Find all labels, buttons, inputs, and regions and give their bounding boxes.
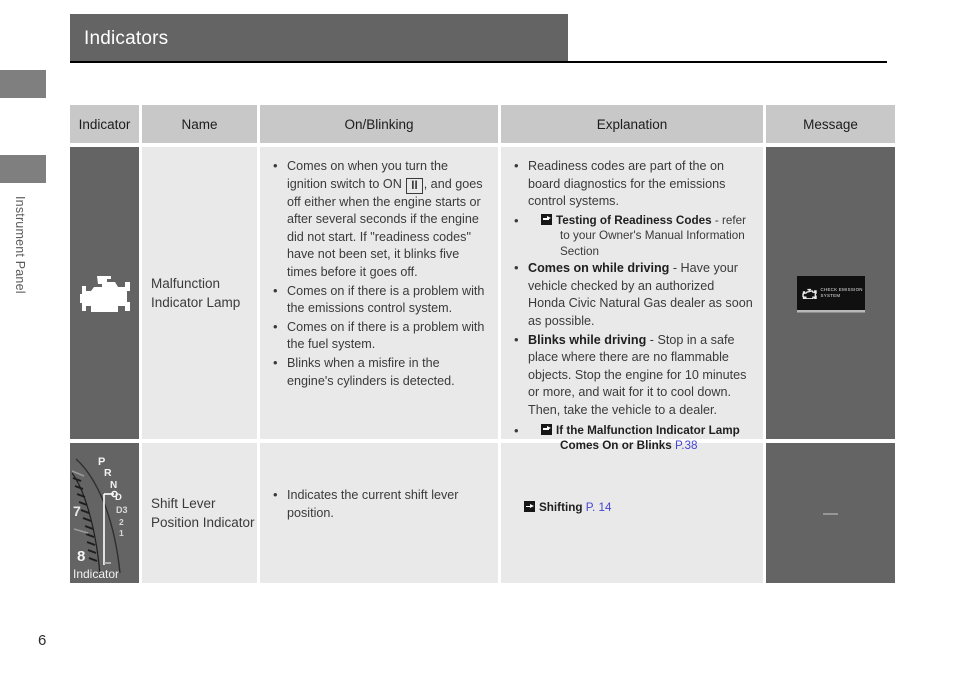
svg-text:Indicator: Indicator [73,567,119,581]
ignition-position-box: II [406,177,423,194]
on-blinking-bullet-list: Comes on when you turn the ignition swit… [270,157,488,390]
on-blinking-cell: Indicates the current shift lever positi… [260,443,498,583]
message-line-2: SYSTEM [820,293,841,298]
page-title: Indicators [84,28,169,49]
explanation-list: Readiness codes are part of the on board… [511,157,753,454]
column-header-message: Message [766,105,895,143]
column-header-indicator: Indicator [70,105,139,143]
indicator-cell [70,147,139,439]
list-item: Readiness codes are part of the on board… [511,157,753,211]
list-item: Indicates the current shift lever positi… [270,486,488,522]
column-header-on-blinking: On/Blinking [260,105,498,143]
message-text: CHECK EMISSION SYSTEM [821,287,863,299]
malfunction-indicator-lamp-icon [79,276,130,312]
column-header-name: Name [142,105,257,143]
shift-lever-position-gauge: P R N D D3 2 1 7 8 Indicator [70,443,139,583]
svg-text:R: R [104,467,112,479]
name-cell: Shift Lever Position Indicator [142,443,257,583]
message-cell: — [766,443,895,583]
name-text: Malfunction Indicator Lamp [151,276,241,310]
list-item: Comes on while driving - Have your vehic… [511,259,753,330]
message-empty-dash: — [823,504,838,522]
svg-text:8: 8 [77,548,85,565]
reference-arrow-icon [541,423,552,435]
table-header-row: Indicator Name On/Blinking Explanation M… [70,105,895,143]
reference-arrow-icon [524,501,535,512]
svg-text:7: 7 [73,503,81,519]
bullet-text-post: , and goes off either when the engine st… [287,176,483,279]
on-blinking-bullet-list: Indicates the current shift lever positi… [270,486,488,522]
engine-icon [801,288,817,299]
column-header-explanation: Explanation [501,105,763,143]
list-item: Blinks while driving - Stop in a safe pl… [511,331,753,420]
header-divider [70,61,887,63]
explanation-bold-lead: Blinks while driving [528,332,647,347]
indicators-table: Indicator Name On/Blinking Explanation M… [70,105,895,583]
on-blinking-cell: Comes on when you turn the ignition swit… [260,147,498,439]
explanation-cell: Readiness codes are part of the on board… [501,147,763,452]
table-row: Malfunction Indicator Lamp Comes on when… [70,147,895,452]
svg-text:1: 1 [119,528,124,538]
message-cell: CHECK EMISSION SYSTEM [766,147,895,439]
page-reference-link[interactable]: P. 14 [586,501,612,514]
indicator-cell: P R N D D3 2 1 7 8 Indicator [70,443,139,583]
reference-item: Testing of Readiness Codes - refer to yo… [511,212,753,260]
sidebar-section-label: Instrument Panel [13,196,27,294]
sidebar-tab-upper[interactable] [0,70,46,98]
svg-text:2: 2 [119,517,124,527]
list-item: Blinks when a misfire in the engine's cy… [270,354,488,390]
svg-text:N: N [110,480,117,491]
list-item: Comes on if there is a problem with the … [270,318,488,354]
page-number: 6 [38,632,47,649]
gauge-illustration: P R N D D3 2 1 7 8 Indicator [70,443,139,583]
table-row: P R N D D3 2 1 7 8 Indicator Shift Lever… [70,443,895,583]
explanation-cell: Shifting P. 14 [501,443,763,583]
reference-arrow-icon [541,213,552,225]
message-display-graphic: CHECK EMISSION SYSTEM [796,276,865,310]
list-item: Comes on when you turn the ignition swit… [270,157,488,282]
reference-item[interactable]: If the Malfunction Indicator Lamp Comes … [511,422,753,454]
svg-text:D: D [115,492,122,503]
explanation-bold-lead: Comes on while driving [528,261,670,276]
list-item: Comes on if there is a problem with the … [270,282,488,318]
reference-title: Shifting [539,501,583,514]
reference-item[interactable]: Shifting P. 14 [511,500,753,516]
svg-text:D3: D3 [116,505,128,515]
sidebar-tab-instrument-panel[interactable] [0,155,46,183]
page-reference-link[interactable]: P.38 [675,439,698,452]
name-text: Shift Lever Position Indicator [151,496,255,530]
reference-title: If the Malfunction Indicator Lamp Comes … [556,423,740,453]
reference-title: Testing of Readiness Codes [556,213,712,227]
name-cell: Malfunction Indicator Lamp [142,147,257,439]
